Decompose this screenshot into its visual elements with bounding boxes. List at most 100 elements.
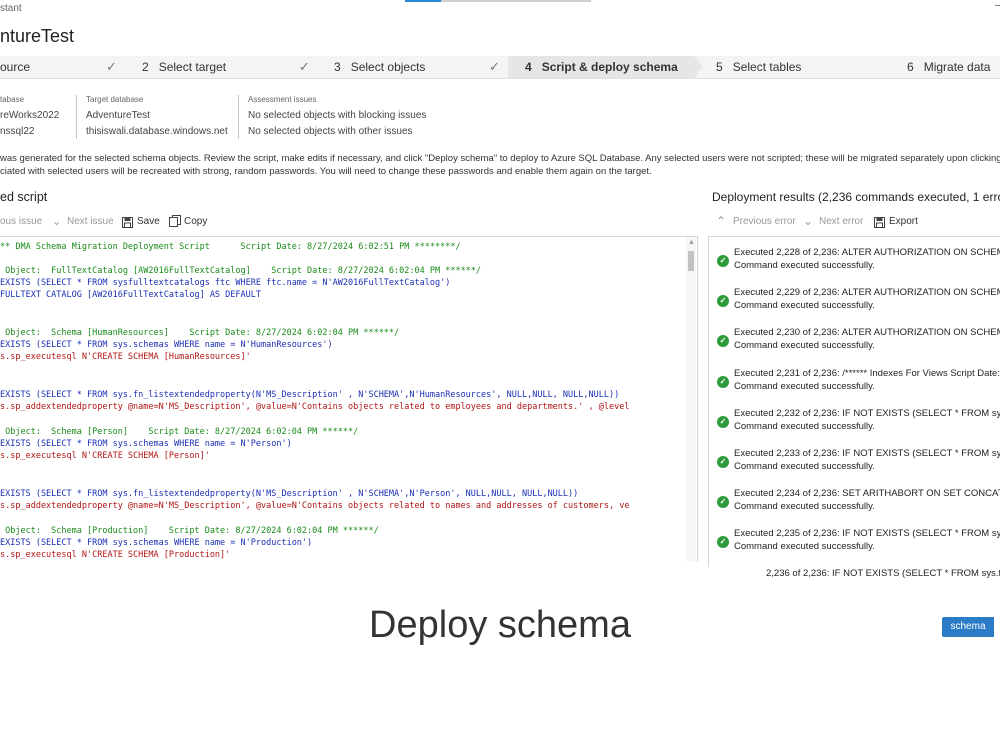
result-status: Command executed successfully. — [734, 300, 875, 311]
step-migrate-data[interactable]: 6 Migrate data — [907, 56, 1000, 78]
step-number: 5 — [716, 60, 723, 74]
app-title: stant — [0, 3, 22, 14]
code-line: Object: Schema [Person] Script Date: 8/2… — [0, 427, 359, 437]
list-item[interactable]: ✓ Executed 2,234 of 2,236: SET ARITHABOR… — [709, 487, 1000, 521]
next-error-button[interactable]: Next error — [819, 216, 863, 227]
code-line: EXISTS (SELECT * FROM sys.fn_listextende… — [0, 489, 579, 499]
step-select-target[interactable]: 2 Select target ✓ — [142, 56, 320, 78]
other-issues-text: No selected objects with other issues — [248, 126, 413, 137]
code-line: s.sp_executesql N'CREATE SCHEMA [Person]… — [0, 451, 210, 461]
target-server-name: thisiswali.database.windows.net — [86, 126, 228, 137]
export-button[interactable]: Export — [889, 216, 918, 227]
save-icon — [874, 215, 885, 233]
save-icon — [122, 215, 133, 233]
step-number: 6 — [907, 60, 914, 74]
source-database-label: tabase — [0, 95, 25, 104]
code-line: EXISTS (SELECT * FROM sys.schemas WHERE … — [0, 439, 292, 449]
success-check-icon: ✓ — [717, 416, 729, 428]
script-scrollbar[interactable]: ▲ — [686, 237, 696, 561]
step-label: Migrate data — [923, 60, 991, 74]
code-line: Object: Schema [HumanResources] Script D… — [0, 328, 400, 338]
target-database-label: Target database — [86, 95, 144, 104]
assessment-issues-label: Assessment issues — [248, 95, 317, 104]
script-editor[interactable]: ** DMA Schema Migration Deployment Scrip… — [0, 236, 698, 562]
result-command: Executed 2,235 of 2,236: IF NOT EXISTS (… — [734, 528, 1000, 539]
next-issue-button[interactable]: Next issue — [67, 216, 114, 227]
code-line: s.sp_executesql N'CREATE SCHEMA [Product… — [0, 550, 231, 560]
success-check-icon: ✓ — [717, 295, 729, 307]
result-status: Command executed successfully. — [734, 541, 875, 552]
step-script-deploy-schema[interactable]: 4 Script & deploy schema — [508, 56, 694, 78]
copy-icon — [169, 214, 181, 232]
list-item[interactable]: ✓ Executed 2,230 of 2,236: ALTER AUTHORI… — [709, 326, 1000, 360]
minimize-icon[interactable] — [995, 5, 1000, 6]
project-name: ntureTest — [0, 26, 75, 46]
result-status: Command executed successfully. — [734, 381, 875, 392]
top-gray-bar — [441, 0, 591, 2]
list-item[interactable]: ✓ Executed 2,233 of 2,236: IF NOT EXISTS… — [709, 447, 1000, 481]
code-line: s.sp_addextendedproperty @name=N'MS_Desc… — [0, 501, 630, 511]
deploy-schema-button[interactable]: schema — [942, 617, 994, 637]
previous-issue-button[interactable]: ous issue — [0, 216, 42, 227]
copy-button[interactable]: Copy — [184, 216, 207, 227]
list-item[interactable]: ✓ Executed 2,229 of 2,236: ALTER AUTHORI… — [709, 286, 1000, 320]
result-command: Executed 2,234 of 2,236: SET ARITHABORT … — [734, 488, 1000, 499]
code-line: Object: Schema [Production] Script Date:… — [0, 526, 379, 536]
result-command: Executed 2,233 of 2,236: IF NOT EXISTS (… — [734, 448, 1000, 459]
scrollbar-thumb[interactable] — [688, 251, 694, 271]
list-item[interactable]: ✓ Executed 2,232 of 2,236: IF NOT EXISTS… — [709, 407, 1000, 441]
code-line: EXISTS (SELECT * FROM sys.schemas WHERE … — [0, 538, 313, 548]
deployment-results-list[interactable]: ✓ Executed 2,228 of 2,236: ALTER AUTHORI… — [708, 236, 1000, 567]
step-label: Select target — [158, 60, 227, 74]
result-status: Command executed successfully. — [734, 340, 875, 351]
chevron-down-icon: ⌄ — [803, 214, 814, 228]
save-button[interactable]: Save — [137, 216, 160, 227]
description-line-1: was generated for the selected schema ob… — [0, 153, 1000, 164]
step-label: Select objects — [350, 60, 426, 74]
check-icon: ✓ — [106, 59, 117, 74]
list-item[interactable]: ✓ Executed 2,228 of 2,236: ALTER AUTHORI… — [709, 246, 1000, 280]
code-line: FULLTEXT CATALOG [AW2016FullTextCatalog]… — [0, 290, 261, 300]
step-select-tables[interactable]: 5 Select tables — [716, 56, 886, 78]
success-check-icon: ✓ — [717, 536, 729, 548]
chevron-down-icon: ⌄ — [52, 216, 62, 228]
result-command: Executed 2,229 of 2,236: ALTER AUTHORIZA… — [734, 287, 1000, 298]
slide-caption: Deploy schema — [369, 604, 631, 646]
result-status: Command executed successfully. — [734, 260, 875, 271]
step-label: Script & deploy schema — [541, 60, 678, 74]
step-number: 3 — [334, 60, 341, 74]
result-status: Command executed successfully. — [734, 421, 875, 432]
result-command: Executed 2,230 of 2,236: ALTER AUTHORIZA… — [734, 327, 1000, 338]
step-label: Select tables — [732, 60, 802, 74]
code-line: Object: FullTextCatalog [AW2016FullTextC… — [0, 266, 482, 276]
success-check-icon: ✓ — [717, 335, 729, 347]
success-check-icon: ✓ — [717, 456, 729, 468]
code-line: s.sp_executesql N'CREATE SCHEMA [HumanRe… — [0, 352, 251, 362]
wizard-steps: ource ✓ 2 Select target ✓ 3 Select objec… — [0, 56, 1000, 79]
success-check-icon: ✓ — [717, 376, 729, 388]
previous-error-button[interactable]: Previous error — [733, 216, 796, 227]
check-icon: ✓ — [299, 59, 310, 74]
source-database-name: reWorks2022 — [0, 110, 60, 121]
scroll-up-icon[interactable]: ▲ — [688, 239, 695, 246]
code-line: EXISTS (SELECT * FROM sysfulltextcatalog… — [0, 278, 451, 288]
list-item[interactable]: ✓ Executed 2,231 of 2,236: /****** Index… — [709, 367, 1000, 401]
results-pane-title: Deployment results (2,236 commands execu… — [712, 190, 1000, 204]
code-line: s.sp_addextendedproperty @name=N'MS_Desc… — [0, 402, 630, 412]
code-line: ** DMA Schema Migration Deployment Scrip… — [0, 242, 461, 252]
step-label: ource — [0, 60, 31, 74]
blocking-issues-text: No selected objects with blocking issues — [248, 110, 427, 121]
top-accent-bar — [405, 0, 441, 2]
list-item[interactable]: ✓ Executed 2,235 of 2,236: IF NOT EXISTS… — [709, 527, 1000, 561]
source-server-name: nssql22 — [0, 126, 35, 137]
step-select-source[interactable]: ource ✓ — [0, 56, 124, 78]
active-step-chevron — [694, 56, 703, 78]
success-check-icon: ✓ — [717, 255, 729, 267]
result-command: Executed 2,228 of 2,236: ALTER AUTHORIZA… — [734, 247, 1000, 258]
result-status: Command executed successfully. — [734, 501, 875, 512]
divider — [76, 95, 77, 139]
step-number: 4 — [525, 60, 532, 74]
chevron-up-icon: ⌃ — [716, 214, 727, 228]
result-command: Executed 2,231 of 2,236: /****** Indexes… — [734, 368, 1000, 379]
step-select-objects[interactable]: 3 Select objects ✓ — [334, 56, 504, 78]
